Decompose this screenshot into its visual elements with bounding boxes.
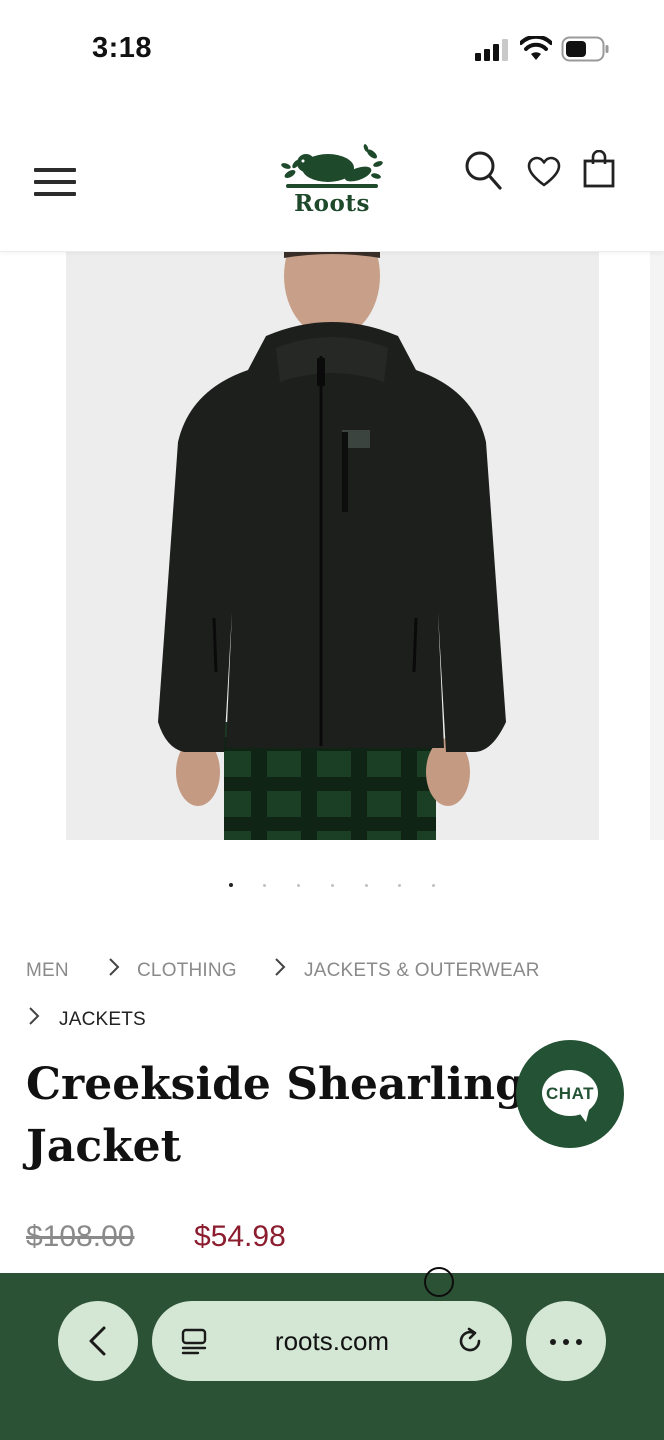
back-chevron-icon xyxy=(89,1326,106,1356)
roots-logo[interactable]: Roots xyxy=(280,144,384,224)
more-dot xyxy=(576,1339,582,1345)
sale-price: $54.98 xyxy=(194,1220,286,1253)
status-bar: 3:18 xyxy=(0,0,664,100)
carousel-dot[interactable] xyxy=(297,884,300,887)
chevron-right-icon xyxy=(109,958,120,976)
breadcrumb: MEN CLOTHING JACKETS & OUTERWEAR JACKETS xyxy=(26,955,626,1035)
breadcrumb-clothing[interactable]: CLOTHING xyxy=(137,960,237,982)
chevron-right-icon xyxy=(29,1007,40,1025)
more-dot xyxy=(550,1339,556,1345)
logo-wordmark: Roots xyxy=(294,190,370,217)
reload-icon[interactable] xyxy=(456,1327,484,1355)
breadcrumb-jackets[interactable]: JACKETS xyxy=(59,1009,146,1031)
status-time: 3:18 xyxy=(92,32,153,64)
beaver-logo-icon xyxy=(281,144,383,188)
heart-icon[interactable] xyxy=(527,156,561,188)
carousel-dot[interactable] xyxy=(432,884,435,887)
chat-bubble-tail xyxy=(574,1106,590,1122)
carousel-dot[interactable] xyxy=(398,884,401,887)
chat-label: CHAT xyxy=(546,1084,594,1103)
carousel-dot[interactable] xyxy=(229,883,233,887)
chat-button[interactable]: CHAT xyxy=(516,1040,624,1148)
breadcrumb-jackets-outerwear[interactable]: JACKETS & OUTERWEAR xyxy=(304,960,540,982)
shopping-bag-icon[interactable] xyxy=(583,150,615,188)
wifi-icon xyxy=(520,36,552,60)
carousel-dot[interactable] xyxy=(263,884,266,887)
original-price: $108.00 xyxy=(26,1220,135,1253)
product-photo[interactable] xyxy=(66,252,599,840)
more-dot xyxy=(563,1339,569,1345)
jacket-model-image xyxy=(66,252,599,840)
chevron-right-icon xyxy=(275,958,286,976)
carousel-dot[interactable] xyxy=(365,884,368,887)
battery-icon xyxy=(561,36,609,62)
site-header: Roots xyxy=(0,100,664,252)
carousel-dots xyxy=(0,883,664,892)
address-bar[interactable]: roots.com xyxy=(152,1301,512,1381)
content-peek-circle-icon xyxy=(424,1267,454,1297)
cellular-signal-icon xyxy=(475,39,508,61)
breadcrumb-men[interactable]: MEN xyxy=(26,960,69,982)
hamburger-menu-icon[interactable] xyxy=(34,168,76,200)
browser-toolbar: roots.com xyxy=(0,1267,664,1440)
more-options-button[interactable] xyxy=(526,1301,606,1381)
next-photo-peek[interactable] xyxy=(650,252,664,840)
carousel-dot[interactable] xyxy=(331,884,334,887)
product-image-carousel[interactable] xyxy=(0,252,664,842)
back-button[interactable] xyxy=(58,1301,138,1381)
search-icon[interactable] xyxy=(464,150,502,190)
